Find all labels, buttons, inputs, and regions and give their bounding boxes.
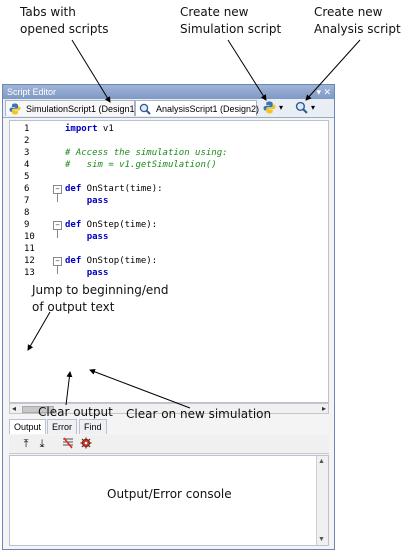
jump-end-button[interactable]: ⤓: [35, 437, 49, 451]
code-text: pass: [86, 196, 109, 206]
fold-guide: [57, 194, 58, 202]
line-number: 10: [24, 232, 35, 242]
fold-guide: [57, 230, 58, 238]
magnifier-icon: [295, 101, 308, 114]
tab-output[interactable]: Output: [9, 419, 47, 434]
fold-toggle-icon[interactable]: −: [53, 185, 62, 194]
script-editor-window: Script Editor ▾ ✕ SimulationScript1 (Des…: [2, 84, 335, 550]
callout-create-simulation: Create new Simulation script: [180, 5, 282, 36]
clear-output-icon: [63, 437, 73, 449]
tab-find[interactable]: Find: [79, 419, 107, 434]
tab-error[interactable]: Error: [47, 419, 77, 434]
line-number: 5: [24, 172, 30, 182]
code-text: pass: [86, 232, 109, 242]
code-editor[interactable]: 1 import v1 2 3 # Access the simulation usin…: [9, 120, 329, 403]
line-number: 9: [24, 220, 30, 230]
code-text: # Access the simulation using:: [65, 148, 228, 158]
line-number: 4: [24, 160, 30, 170]
line-number: 6: [24, 184, 30, 194]
chevron-down-icon[interactable]: ▾: [311, 100, 315, 116]
scroll-up-icon[interactable]: ▲: [318, 458, 325, 465]
code-text: pass: [86, 268, 109, 278]
callout-clear-on-new-simulation: Clear on new simulation: [126, 407, 272, 421]
python-icon: [9, 103, 21, 115]
window-titlebar: Script Editor ▾ ✕: [3, 85, 334, 99]
python-icon: [263, 101, 276, 114]
fold-guide: [57, 266, 58, 274]
tab-label: AnalysisScript1 (Design2): [156, 104, 260, 114]
code-text: def OnStop(time):: [65, 256, 158, 266]
window-controls[interactable]: ▾ ✕: [316, 85, 331, 99]
code-text: import v1: [65, 124, 114, 134]
fold-toggle-icon[interactable]: −: [53, 221, 62, 230]
callout-jump-output: Jump to beginning/end of output text: [32, 283, 169, 314]
callout-create-analysis: Create new Analysis script: [314, 5, 401, 36]
line-number: 1: [24, 124, 30, 134]
new-analysis-script-button[interactable]: ▾: [293, 100, 321, 116]
window-title: Script Editor: [7, 87, 57, 97]
scroll-down-icon[interactable]: ▼: [318, 536, 325, 543]
callout-clear-output: Clear output: [38, 405, 113, 419]
fold-toggle-icon[interactable]: −: [53, 257, 62, 266]
output-toolbar: ⤒ ⤓: [9, 435, 329, 454]
tab-simulation-script[interactable]: SimulationScript1 (Design1): [5, 100, 138, 116]
tab-analysis-script[interactable]: AnalysisScript1 (Design2): [135, 100, 260, 116]
line-number: 12: [24, 256, 35, 266]
script-tabstrip: SimulationScript1 (Design1) AnalysisScri…: [3, 99, 334, 118]
scroll-left-icon[interactable]: ◂: [12, 404, 16, 413]
line-number: 8: [24, 208, 30, 218]
code-text: def OnStep(time):: [65, 220, 158, 230]
new-simulation-script-button[interactable]: ▾: [261, 100, 289, 116]
code-text: # sim = v1.getSimulation(): [65, 160, 217, 170]
clear-on-new-simulation-button[interactable]: [79, 437, 93, 451]
line-number: 13: [24, 268, 35, 278]
clear-output-button[interactable]: [61, 437, 75, 451]
tab-label: SimulationScript1 (Design1): [26, 104, 138, 114]
scroll-right-icon[interactable]: ▸: [322, 404, 326, 413]
code-text: def OnStart(time):: [65, 184, 163, 194]
chevron-down-icon[interactable]: ▾: [279, 100, 283, 116]
vertical-scrollbar[interactable]: ▲ ▼: [316, 456, 328, 545]
jump-begin-button[interactable]: ⤒: [19, 437, 33, 451]
line-number: 7: [24, 196, 30, 206]
line-number: 2: [24, 136, 30, 146]
callout-console: Output/Error console: [107, 487, 232, 501]
callout-tabs: Tabs with opened scripts: [20, 5, 109, 36]
line-number: 11: [24, 244, 35, 254]
magnifier-icon: [139, 103, 151, 115]
line-number: 3: [24, 148, 30, 158]
gear-icon: [80, 437, 92, 449]
